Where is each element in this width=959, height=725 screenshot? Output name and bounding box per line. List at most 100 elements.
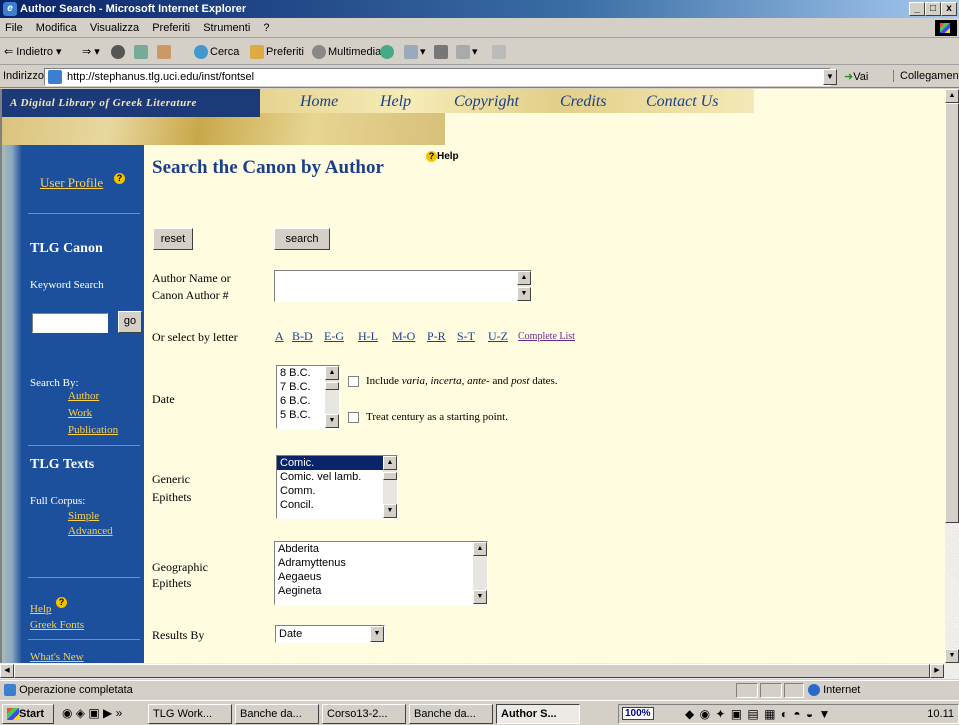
scroll-thumb[interactable] [945,103,959,523]
go-button[interactable]: ➜Vai [844,70,868,83]
scroll-down-icon[interactable]: ▼ [945,649,959,663]
menu-strumenti[interactable]: Strumenti [198,18,255,38]
multimedia-button[interactable]: Multimedia [312,43,381,61]
textarea-scrollbar[interactable]: ▲ ▼ [517,271,531,301]
menu-modifica[interactable]: Modifica [31,18,82,38]
scroll-left-icon[interactable]: ◀ [0,664,14,678]
menu-help[interactable]: ? [258,18,274,38]
scroll-down-icon[interactable]: ▼ [383,504,397,518]
minimize-button[interactable]: _ [909,2,925,16]
search-by-publication-link[interactable]: Publication [68,424,118,436]
start-button[interactable]: Start [2,704,54,724]
letter-link-a[interactable]: A [275,329,284,344]
scroll-up-icon[interactable]: ▲ [945,89,959,103]
generic-epithets-listbox[interactable]: Comic. Comic. vel lamb. Comm. Concil. ▲ … [276,455,398,519]
mail-button[interactable]: ▾ [404,43,426,61]
include-dates-checkbox[interactable] [348,376,359,387]
advanced-search-link[interactable]: Advanced [68,525,113,537]
favorites-button[interactable]: Preferiti [250,43,304,61]
task-button[interactable]: TLG Work... [148,704,232,724]
scroll-thumb[interactable] [14,664,930,678]
task-button[interactable]: Banche da... [409,704,493,724]
search-submit-button[interactable]: search [274,228,330,250]
edit-button[interactable]: ▾ [456,43,478,61]
letter-link-p-r[interactable]: P-R [427,329,446,344]
generic-option[interactable]: Comm. [277,484,397,498]
geographic-option[interactable]: Adramyttenus [275,556,487,570]
search-button[interactable]: Cerca [194,43,239,61]
discuss-button[interactable] [492,43,508,61]
nav-home[interactable]: Home [300,93,338,111]
nav-contact-us[interactable]: Contact Us [646,93,718,111]
nav-help[interactable]: Help [380,93,411,111]
treat-century-checkbox[interactable] [348,412,359,423]
geographic-scrollbar[interactable]: ▲ ▼ [473,542,487,604]
results-by-select[interactable]: Date ▼ [275,625,385,643]
generic-scrollbar[interactable]: ▲ ▼ [383,456,397,518]
scroll-right-icon[interactable]: ▶ [930,664,944,678]
help-link[interactable]: Help [30,603,51,615]
geographic-epithets-listbox[interactable]: Abderita Adramyttenus Aegaeus Aegineta ▲… [274,541,488,605]
generic-option-selected[interactable]: Comic. [277,456,397,470]
task-button[interactable]: Corso13-2... [322,704,406,724]
menu-file[interactable]: File [0,18,28,38]
whats-new-link[interactable]: What's New [30,651,84,663]
maximize-button[interactable]: □ [925,2,941,16]
geographic-option[interactable]: Aegaeus [275,570,487,584]
stop-button[interactable] [111,43,127,61]
task-button[interactable]: Banche da... [235,704,319,724]
close-button[interactable]: x [941,2,957,16]
scroll-down-icon[interactable]: ▼ [473,590,487,604]
menu-preferiti[interactable]: Preferiti [147,18,195,38]
letter-link-h-l[interactable]: H-L [358,329,378,344]
zoom-indicator[interactable]: 100% [622,707,654,720]
generic-option[interactable]: Concil. [277,498,397,512]
scroll-up-icon[interactable]: ▲ [325,366,339,380]
nav-copyright[interactable]: Copyright [454,93,519,111]
quick-launch-icons[interactable]: ◉ ◈ ▣ ▶ » [62,706,122,720]
task-button-active[interactable]: Author S... [496,704,580,724]
geographic-option[interactable]: Aegineta [275,584,487,598]
refresh-button[interactable] [134,43,150,61]
author-name-textarea[interactable]: ▲ ▼ [274,270,532,302]
window-titlebar[interactable]: e Author Search - Microsoft Internet Exp… [0,0,959,18]
complete-list-link[interactable]: Complete List [518,331,575,342]
help-badge-icon[interactable]: ? [56,597,67,608]
scroll-thumb[interactable] [325,382,339,390]
keyword-search-input[interactable] [32,313,108,333]
nav-credits[interactable]: Credits [560,93,607,111]
scroll-down-icon[interactable]: ▼ [517,287,531,301]
back-button[interactable]: ⇐ Indietro ▾ [4,43,62,61]
search-by-author-link[interactable]: Author [68,390,99,402]
forward-button[interactable]: ⇒ ▾ [82,43,100,61]
letter-link-b-d[interactable]: B-D [292,329,313,344]
search-by-work-link[interactable]: Work [68,407,92,419]
page-vertical-scrollbar[interactable]: ▲ ▼ [945,89,959,663]
title-help-link[interactable]: ? Help [426,151,459,162]
address-input[interactable]: http://stephanus.tlg.uci.edu/inst/fontse… [44,68,831,86]
scroll-thumb[interactable] [383,472,397,480]
simple-search-link[interactable]: Simple [68,510,99,522]
date-scrollbar[interactable]: ▲ ▼ [325,366,339,428]
help-badge-icon[interactable]: ? [114,173,125,184]
menu-visualizza[interactable]: Visualizza [85,18,144,38]
greek-fonts-link[interactable]: Greek Fonts [30,619,84,631]
letter-link-u-z[interactable]: U-Z [488,329,508,344]
user-profile-link[interactable]: User Profile [40,175,103,191]
scroll-down-icon[interactable]: ▼ [325,414,339,428]
links-button[interactable]: Collegamenti [893,70,959,82]
page-horizontal-scrollbar[interactable]: ◀ ▶ [0,663,959,679]
letter-link-m-o[interactable]: M-O [392,329,415,344]
scroll-up-icon[interactable]: ▲ [383,456,397,470]
letter-link-s-t[interactable]: S-T [457,329,475,344]
reset-button[interactable]: reset [153,228,193,250]
history-button[interactable] [380,43,396,61]
scroll-up-icon[interactable]: ▲ [517,271,531,285]
generic-option[interactable]: Comic. vel lamb. [277,470,397,484]
scroll-up-icon[interactable]: ▲ [473,542,487,556]
letter-link-e-g[interactable]: E-G [324,329,344,344]
date-listbox[interactable]: 8 B.C. 7 B.C. 6 B.C. 5 B.C. ▲ ▼ [276,365,340,429]
chevron-down-icon[interactable]: ▼ [370,626,384,642]
keyword-go-button[interactable]: go [118,311,142,333]
home-button[interactable] [157,43,173,61]
